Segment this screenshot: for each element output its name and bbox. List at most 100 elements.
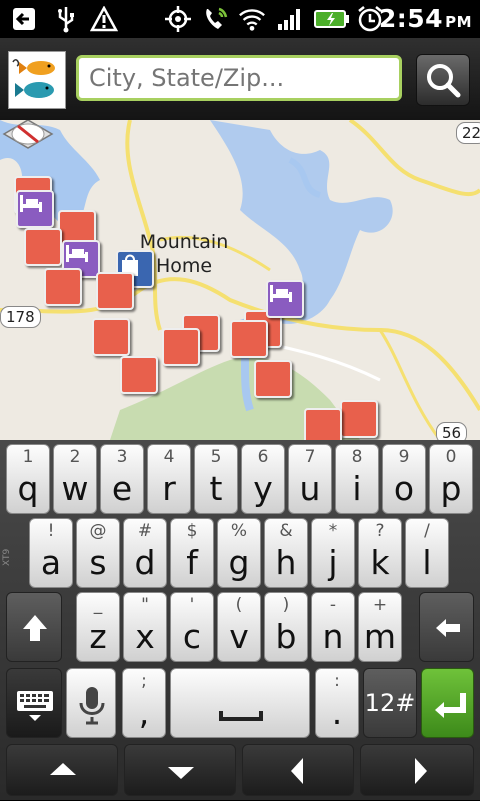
fishing-spot-marker[interactable]	[44, 268, 82, 306]
key-r[interactable]: 4r	[147, 444, 191, 514]
key-comma[interactable]: ;,	[122, 668, 166, 738]
key-alt-label: *	[328, 521, 338, 541]
key-b[interactable]: ) b	[264, 592, 308, 662]
key-main-label: x	[135, 617, 155, 656]
key-main-label: j	[328, 543, 338, 582]
key-main-label: a	[40, 543, 62, 582]
key-j[interactable]: * j	[311, 518, 355, 588]
key-c[interactable]: ' c	[170, 592, 214, 662]
arrow-up-key[interactable]	[6, 744, 118, 796]
voice-input-key[interactable]	[66, 668, 116, 738]
phone-icon	[202, 5, 230, 33]
key-alt-label: :	[334, 671, 340, 691]
clock: 2:54 PM	[379, 4, 472, 33]
key-main-label: o	[393, 469, 415, 508]
status-bar: 2:54 PM	[0, 0, 480, 38]
route-badge: 178	[0, 306, 41, 328]
compass-icon[interactable]	[0, 120, 56, 160]
keyboard-settings-key[interactable]	[6, 668, 62, 738]
fishing-spot-marker[interactable]	[254, 360, 292, 398]
symbols-key[interactable]: 12#	[363, 668, 417, 738]
key-x[interactable]: " x	[123, 592, 167, 662]
key-z[interactable]: _ z	[76, 592, 120, 662]
key-a[interactable]: ! a	[29, 518, 73, 588]
key-alt-label: &	[279, 521, 293, 541]
map-view[interactable]: Mountain Home 22 178 56	[0, 120, 480, 440]
key-l[interactable]: / l	[405, 518, 449, 588]
arrow-right-key[interactable]	[360, 744, 474, 796]
lodging-marker[interactable]	[16, 190, 54, 228]
key-alt-label: @	[89, 521, 107, 541]
key-w[interactable]: 2w	[53, 444, 97, 514]
key-main-label: q	[17, 469, 39, 508]
arrow-down-key[interactable]	[124, 744, 236, 796]
key-s[interactable]: @ s	[76, 518, 120, 588]
key-t[interactable]: 5t	[194, 444, 238, 514]
space-bar-icon	[219, 711, 263, 721]
key-u[interactable]: 7u	[288, 444, 332, 514]
enter-key[interactable]	[421, 668, 474, 738]
key-main-label: .	[331, 693, 343, 732]
key-alt-label: 2	[69, 447, 81, 467]
key-main-label: h	[275, 543, 297, 582]
key-alt-label: $	[186, 521, 198, 541]
key-alt-label: '	[189, 595, 195, 615]
key-g[interactable]: % g	[217, 518, 261, 588]
fishing-spot-marker[interactable]	[230, 320, 268, 358]
arrow-left-key[interactable]	[242, 744, 354, 796]
key-alt-label: (	[235, 595, 243, 615]
backspace-key[interactable]	[419, 592, 474, 662]
key-alt-label: !	[47, 521, 55, 541]
key-k[interactable]: ? k	[358, 518, 402, 588]
route-badge: 56	[436, 422, 468, 440]
key-alt-label: ?	[375, 521, 385, 541]
key-main-label: r	[162, 469, 176, 508]
key-main-label: v	[229, 617, 249, 656]
lodging-marker[interactable]	[266, 280, 304, 318]
fishing-spot-marker[interactable]	[96, 272, 134, 310]
key-alt-label: #	[137, 521, 153, 541]
key-alt-label: )	[282, 595, 290, 615]
key-main-label: z	[89, 617, 107, 656]
search-input[interactable]	[76, 55, 402, 101]
key-alt-label: 7	[304, 447, 316, 467]
key-o[interactable]: 9o	[382, 444, 426, 514]
key-y[interactable]: 6y	[241, 444, 285, 514]
key-main-label: l	[422, 543, 432, 582]
key-m[interactable]: + m	[358, 592, 402, 662]
fishing-spot-marker[interactable]	[162, 328, 200, 366]
arrow-up-icon	[50, 763, 76, 775]
key-alt-label: %	[230, 521, 248, 541]
key-alt-label: +	[372, 595, 388, 615]
symbols-key-label: 12#	[364, 689, 416, 717]
search-toolbar	[0, 38, 480, 120]
key-alt-label: /	[424, 521, 430, 541]
key-p[interactable]: 0p	[429, 444, 473, 514]
key-q[interactable]: 1q	[6, 444, 50, 514]
arrow-right-icon	[415, 758, 427, 784]
space-key[interactable]	[170, 668, 310, 738]
key-period[interactable]: :.	[315, 668, 359, 738]
key-i[interactable]: 8i	[335, 444, 379, 514]
app-logo[interactable]	[8, 51, 66, 109]
fishing-spot-marker[interactable]	[304, 408, 342, 440]
key-main-label: w	[61, 469, 89, 508]
fishing-spot-marker[interactable]	[120, 356, 158, 394]
key-h[interactable]: & h	[264, 518, 308, 588]
key-d[interactable]: # d	[123, 518, 167, 588]
key-e[interactable]: 3e	[100, 444, 144, 514]
key-f[interactable]: $ f	[170, 518, 214, 588]
key-n[interactable]: -n	[311, 592, 355, 662]
fishing-spot-marker[interactable]	[24, 228, 62, 266]
key-v[interactable]: (v	[217, 592, 261, 662]
keyboard-icon	[17, 691, 53, 721]
shift-key[interactable]	[6, 592, 62, 662]
search-button[interactable]	[416, 54, 470, 106]
key-main-label: p	[440, 469, 462, 508]
bed-icon	[20, 195, 42, 212]
fishing-spot-marker[interactable]	[340, 400, 378, 438]
fishing-spot-marker[interactable]	[92, 318, 130, 356]
key-main-label: f	[186, 543, 198, 582]
key-alt-label: 5	[210, 447, 222, 467]
warning-icon	[90, 5, 118, 33]
